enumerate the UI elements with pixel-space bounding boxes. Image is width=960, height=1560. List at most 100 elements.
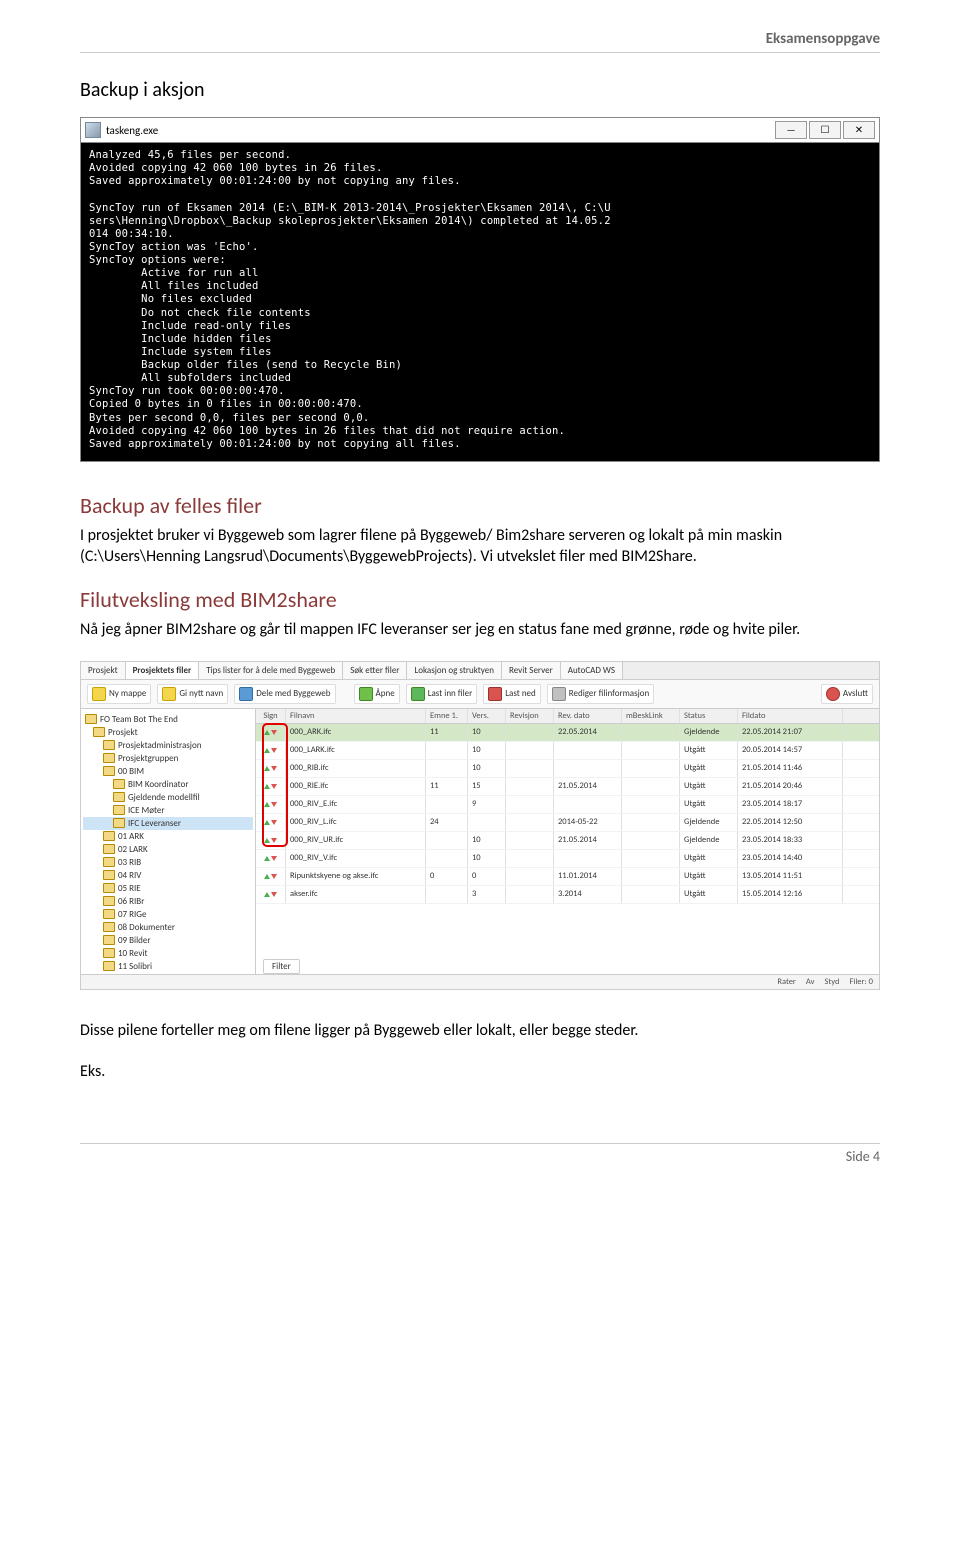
folder-icon	[113, 779, 125, 789]
stop-icon	[826, 687, 840, 701]
col-sign[interactable]: Sign	[256, 709, 286, 723]
col-vers[interactable]: Vers.	[468, 709, 506, 723]
tree-node[interactable]: 07 RIGe	[83, 908, 253, 921]
tab-lokasjon[interactable]: Lokasjon og struktyen	[407, 662, 502, 679]
page-header: Eksamensoppgave	[80, 30, 880, 53]
cell: 10	[468, 832, 506, 849]
last-inn-button[interactable]: Last inn filer	[406, 684, 478, 704]
tab-autocad-ws[interactable]: AutoCAD WS	[561, 662, 623, 679]
open-icon	[359, 687, 373, 701]
last-ned-button[interactable]: Last ned	[483, 684, 541, 704]
tree-node[interactable]: 02 LARK	[83, 843, 253, 856]
cell: 000_RIV_E.ifc	[286, 796, 426, 813]
tree-node[interactable]: FO Team Bot The End	[83, 713, 253, 726]
tree-node[interactable]: 04 RIV	[83, 869, 253, 882]
close-button[interactable]: ✕	[843, 121, 875, 139]
folder-tree[interactable]: FO Team Bot The EndProsjektProsjektadmin…	[81, 709, 256, 974]
cell	[506, 724, 554, 741]
table-row[interactable]: Ripunktskyene og akse.ifc0011.01.2014Utg…	[256, 868, 879, 886]
cell: Utgått	[680, 796, 738, 813]
ny-mappe-button[interactable]: Ny mappe	[87, 684, 151, 704]
tab-tips[interactable]: Tips lister for å dele med Byggeweb	[199, 662, 343, 679]
bim2share-window: Prosjekt Prosjektets filer Tips lister f…	[80, 661, 880, 990]
tree-node[interactable]: 08 Dokumenter	[83, 921, 253, 934]
cell: 22.05.2014 21:07	[738, 724, 843, 741]
col-revdato[interactable]: Rev. dato	[554, 709, 622, 723]
table-row[interactable]: 000_RIV_E.ifc9Utgått23.05.2014 18:17	[256, 796, 879, 814]
tab-prosjekt[interactable]: Prosjekt	[81, 662, 126, 679]
table-row[interactable]: 000_ARK.ifc111022.05.2014Gjeldende22.05.…	[256, 724, 879, 742]
minimize-button[interactable]: —	[775, 121, 807, 139]
tree-node[interactable]: Prosjektadministrasjon	[83, 739, 253, 752]
col-mbesk[interactable]: mBeskLink	[622, 709, 680, 723]
table-row[interactable]: 000_RIV_L.ifc242014-05-22Gjeldende22.05.…	[256, 814, 879, 832]
tab-revit-server[interactable]: Revit Server	[502, 662, 561, 679]
table-row[interactable]: 000_RIV_V.ifc10Utgått23.05.2014 14:40	[256, 850, 879, 868]
status-styd: Styd	[825, 977, 840, 987]
cell	[622, 760, 680, 777]
paragraph-backup: I prosjektet bruker vi Byggeweb som lagr…	[80, 525, 880, 568]
cell: Ripunktskyene og akse.ifc	[286, 868, 426, 885]
dele-med-button[interactable]: Dele med Byggeweb	[234, 684, 335, 704]
col-emne[interactable]: Emne 1.	[426, 709, 468, 723]
table-row[interactable]: 000_LARK.ifc10Utgått20.05.2014 14:57	[256, 742, 879, 760]
tree-node[interactable]: 03 RIB	[83, 856, 253, 869]
tree-node[interactable]: 10 Revit	[83, 947, 253, 960]
table-row[interactable]: 000_RIV_UR.ifc1021.05.2014Gjeldende23.05…	[256, 832, 879, 850]
cell: 3.2014	[554, 886, 622, 903]
cell: 20.05.2014 14:57	[738, 742, 843, 759]
cell: akser.ifc	[286, 886, 426, 903]
cell	[426, 796, 468, 813]
col-revisjon[interactable]: Revisjon	[506, 709, 554, 723]
col-status[interactable]: Status	[680, 709, 738, 723]
tree-node[interactable]: ICE Møter	[83, 804, 253, 817]
tree-node[interactable]: Gjeldende modellfil	[83, 791, 253, 804]
cell: 21.05.2014 20:46	[738, 778, 843, 795]
apne-button[interactable]: Åpne	[354, 684, 400, 704]
rediger-button[interactable]: Rediger filinformasjon	[547, 684, 654, 704]
tree-node[interactable]: 06 RIBr	[83, 895, 253, 908]
folder-icon	[103, 961, 115, 971]
tab-prosjektets-filer[interactable]: Prosjektets filer	[126, 662, 200, 679]
gi-nytt-navn-button[interactable]: Gi nytt navn	[157, 684, 228, 704]
filter-button[interactable]: Filter	[263, 959, 300, 974]
cell: 11	[426, 724, 468, 741]
tree-node[interactable]: 12 Underlag Eksamen	[83, 973, 253, 974]
maximize-button[interactable]: ☐	[809, 121, 841, 139]
app-icon	[85, 122, 101, 138]
share-icon	[239, 687, 253, 701]
tree-node[interactable]: Prosjektgruppen	[83, 752, 253, 765]
folder-icon	[103, 896, 115, 906]
sync-status-icon	[256, 850, 286, 867]
col-fildato[interactable]: Fildato	[738, 709, 843, 723]
table-row[interactable]: 000_RIB.ifc10Utgått21.05.2014 11:46	[256, 760, 879, 778]
folder-icon	[103, 922, 115, 932]
tree-label: 11 Solibri	[118, 960, 152, 973]
tree-node[interactable]: IFC Leveranser	[83, 817, 253, 830]
cell: 10	[468, 760, 506, 777]
tree-node[interactable]: BIM Koordinator	[83, 778, 253, 791]
tab-sok[interactable]: Søk etter filer	[343, 662, 407, 679]
tree-node[interactable]: 01 ARK	[83, 830, 253, 843]
tree-node[interactable]: Prosjekt	[83, 726, 253, 739]
cell: 000_RIV_L.ifc	[286, 814, 426, 831]
sync-status-icon	[256, 868, 286, 885]
col-filnavn[interactable]: Filnavn	[286, 709, 426, 723]
cell: Utgått	[680, 778, 738, 795]
doc-title: Backup i aksjon	[80, 78, 880, 102]
tree-label: 03 RIB	[118, 856, 141, 869]
cell: 10	[468, 850, 506, 867]
tree-node[interactable]: 05 RIE	[83, 882, 253, 895]
cell	[622, 868, 680, 885]
table-row[interactable]: akser.ifc33.2014Utgått15.05.2014 12:16	[256, 886, 879, 904]
cell	[554, 850, 622, 867]
avslutt-button[interactable]: Avslutt	[821, 684, 873, 704]
tree-node[interactable]: 09 Bilder	[83, 934, 253, 947]
folder-icon	[85, 714, 97, 724]
table-row[interactable]: 000_RIE.ifc111521.05.2014Utgått21.05.201…	[256, 778, 879, 796]
tree-label: 00 BIM	[118, 765, 144, 778]
folder-icon	[103, 753, 115, 763]
tree-node[interactable]: 11 Solibri	[83, 960, 253, 973]
console-output: Analyzed 45,6 files per second. Avoided …	[80, 142, 880, 462]
tree-node[interactable]: 00 BIM	[83, 765, 253, 778]
